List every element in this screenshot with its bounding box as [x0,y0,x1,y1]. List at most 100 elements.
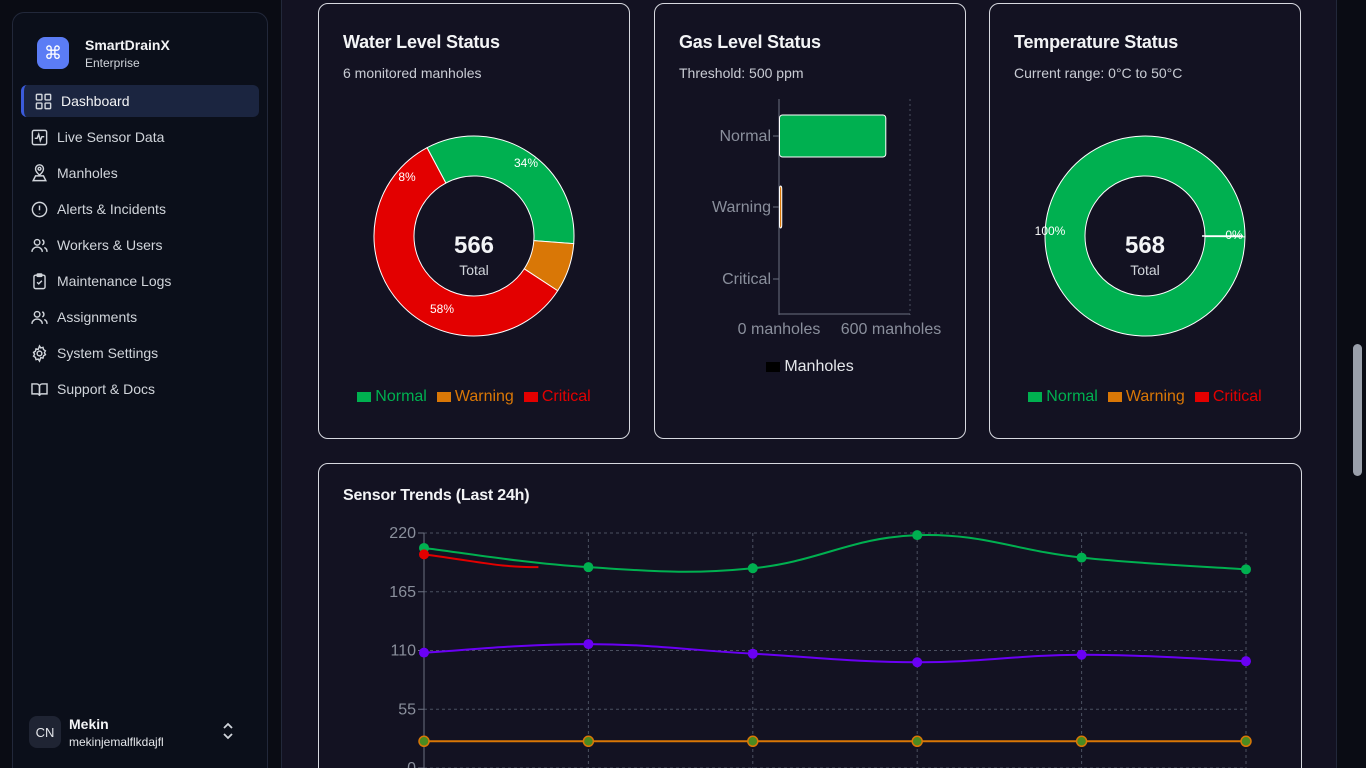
legend-warning[interactable]: Warning [436,388,514,406]
trend-series-purple-point[interactable] [1241,656,1251,667]
trend-series-purple-point[interactable] [1076,649,1087,660]
avatar: CN [29,716,61,748]
trend-series-purple-point[interactable] [912,657,923,668]
water-legend: Normal Warning Critical [319,388,629,406]
water-slice-label: 8% [398,170,416,184]
legend-normal[interactable]: Normal [1028,388,1098,406]
gas-x-tick-label: 600 manholes [841,321,942,338]
gas-level-card: Gas Level Status Threshold: 500 ppm Norm… [654,3,966,439]
sidebar-item-dashboard[interactable]: Dashboard [21,85,259,117]
gear-icon [29,343,49,363]
legend-swatch [523,392,538,402]
sidebar-item-live-sensor-data[interactable]: Live Sensor Data [21,121,259,153]
legend-label: Critical [1212,388,1262,405]
temperature-total-label: Total [1130,262,1160,278]
sidebar-item-label: Dashboard [61,93,130,109]
trend-series-purple-line[interactable] [423,643,1247,664]
legend-label: Normal [375,388,427,405]
sidebar-item-manholes[interactable]: Manholes [21,157,259,189]
sidebar-item-label: Alerts & Incidents [57,201,166,217]
legend-swatch [436,392,451,402]
sidebar-item-label: Assignments [57,309,138,325]
trend-series-orange-point[interactable] [747,735,759,748]
temperature-slice-label: 100% [1035,224,1066,238]
trend-series-orange-point[interactable] [911,735,923,748]
sensor-trends-card: Sensor Trends (Last 24h) 055110165220 [318,463,1302,768]
command-icon: ⌘ [37,37,69,69]
sidebar-item-label: Maintenance Logs [57,273,172,289]
trend-y-tick-label: 165 [389,584,416,601]
legend-label: Warning [1125,388,1185,405]
trend-series-green-point[interactable] [747,563,758,574]
trend-series-orange-point[interactable] [1240,735,1252,748]
water-level-card: Water Level Status 6 monitored manholes … [318,3,630,439]
trend-series-purple-point[interactable] [747,648,758,659]
legend-manholes[interactable]: Manholes [766,358,854,376]
temperature-slice-label: 0% [1225,228,1243,242]
users-icon [29,235,49,255]
trend-series-purple-point[interactable] [419,647,429,658]
legend-critical[interactable]: Critical [1194,388,1262,406]
main-content: Water Level Status 6 monitored manholes … [281,0,1337,768]
trend-series-green-point[interactable] [1241,564,1251,575]
sidebar-item-label: Support & Docs [57,381,156,397]
scrollbar-thumb[interactable] [1353,344,1362,476]
water-level-donut-chart: 566 Total 34% 8% 58% [373,135,575,337]
water-total-value: 566 [454,232,494,259]
dashboard-icon [33,91,53,111]
trend-series-green-line[interactable] [423,533,1247,573]
trend-series-green-point[interactable] [912,530,923,541]
trend-series-orange-point[interactable] [582,735,595,748]
trend-series-red-point[interactable] [419,549,429,560]
brand[interactable]: ⌘ SmartDrainX Enterprise [13,13,267,77]
sensor-trends-line-chart: 0 55 110 165 220 [389,525,1252,768]
legend-label: Warning [454,388,514,405]
gas-x-tick-label: 0 manholes [738,321,821,338]
legend-swatch [766,362,781,372]
legend-critical[interactable]: Critical [523,388,591,406]
legend-label: Manholes [784,358,854,375]
brand-name: SmartDrainX [85,36,170,53]
user-menu[interactable]: CN Mekin mekinjemalflkdajfl [29,710,251,754]
legend-label: Normal [1046,388,1098,405]
trend-series-purple-point[interactable] [583,639,594,650]
user-name: Mekin [69,715,109,732]
legend-swatch [1107,392,1122,402]
legend-swatch [1194,392,1209,402]
page-scrollbar[interactable] [1345,0,1366,768]
sidebar-nav: Dashboard Live Sensor Data Manholes Aler… [21,85,259,409]
trend-series-green-point[interactable] [1076,552,1087,563]
gas-legend: Manholes [655,358,965,376]
brand-plan: Enterprise [85,55,140,70]
sidebar-item-label: System Settings [57,345,159,361]
trend-series-orange-point[interactable] [1075,735,1088,748]
sidebar-item-system-settings[interactable]: System Settings [21,337,259,369]
gas-category-label: Normal [719,128,771,145]
app: ⌘ SmartDrainX Enterprise Dashboard Live … [0,0,1366,768]
trend-y-tick-label: 55 [398,701,416,718]
user-email: mekinjemalflkdajfl [69,734,164,749]
trend-y-tick-label: 110 [390,643,416,660]
sidebar-item-maintenance-logs[interactable]: Maintenance Logs [21,265,259,297]
water-slice-label: 58% [430,302,454,316]
legend-warning[interactable]: Warning [1107,388,1185,406]
water-slice-normal[interactable] [426,135,575,245]
sidebar-item-workers-users[interactable]: Workers & Users [21,229,259,261]
temperature-card: Temperature Status Current range: 0°C to… [989,3,1301,439]
map-pin-icon [29,163,49,183]
water-slice-label: 34% [514,156,538,170]
trend-series-green-point[interactable] [583,562,594,573]
trend-series-orange-point[interactable] [418,735,430,748]
legend-normal[interactable]: Normal [357,388,427,406]
trend-y-tick-label: 0 [407,760,416,768]
gas-category-label: Warning [712,199,771,216]
sidebar-item-assignments[interactable]: Assignments [21,301,259,333]
sidebar-item-support-docs[interactable]: Support & Docs [21,373,259,405]
gas-bar-normal[interactable] [779,114,887,158]
legend-label: Critical [541,388,591,405]
water-total-label: Total [459,262,489,278]
legend-swatch [1028,392,1043,402]
trend-y-tick-label: 220 [389,525,416,542]
gas-bar-warning[interactable] [779,185,783,229]
sidebar-item-alerts-incidents[interactable]: Alerts & Incidents [21,193,259,225]
